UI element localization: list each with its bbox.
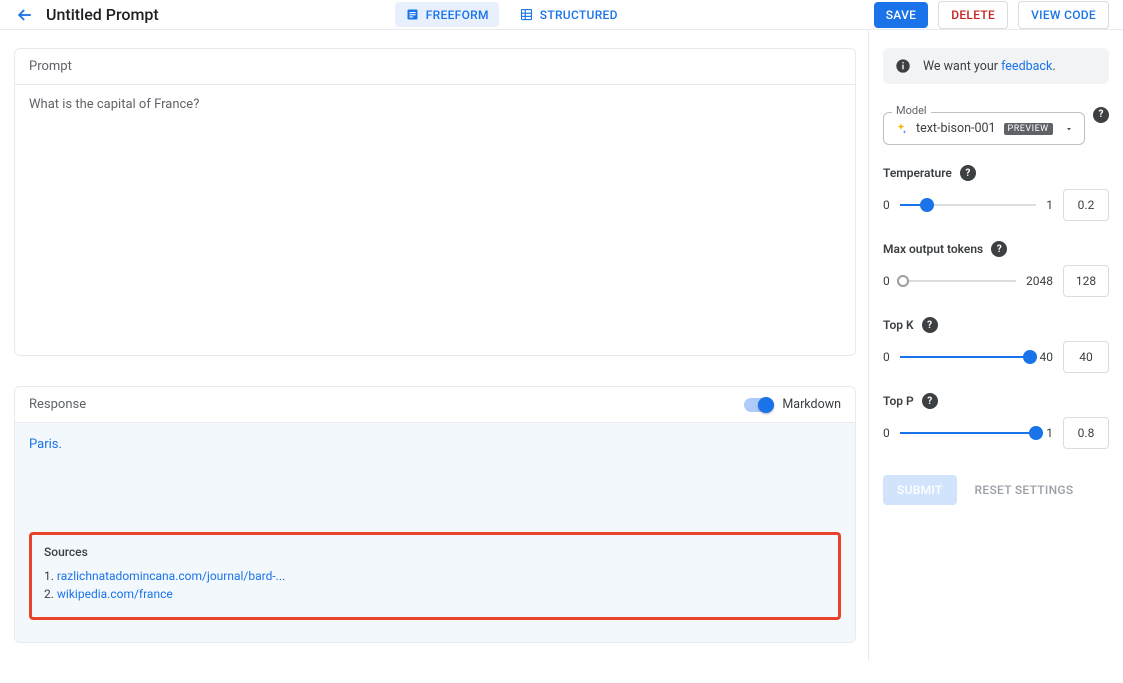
source-number: 2. bbox=[44, 587, 54, 601]
chevron-down-icon bbox=[1064, 124, 1074, 134]
response-body: Paris. Sources 1. razlichnatadomincana.c… bbox=[15, 423, 855, 642]
source-link[interactable]: wikipedia.com/france bbox=[57, 587, 173, 601]
toggle-switch-icon[interactable] bbox=[744, 398, 774, 412]
prompt-card: Prompt What is the capital of France? bbox=[14, 48, 856, 356]
top-k-slider[interactable] bbox=[900, 356, 1030, 358]
info-icon bbox=[895, 58, 911, 74]
tab-freeform[interactable]: FREEFORM bbox=[395, 2, 499, 27]
sources-heading: Sources bbox=[44, 545, 826, 559]
sources-highlight-box: Sources 1. razlichnatadomincana.com/jour… bbox=[29, 532, 841, 620]
reset-settings-button[interactable]: RESET SETTINGS bbox=[971, 475, 1078, 505]
source-item: 1. razlichnatadomincana.com/journal/bard… bbox=[44, 567, 826, 585]
mode-tabs: FREEFORM STRUCTURED bbox=[395, 2, 638, 27]
top-p-slider[interactable] bbox=[900, 432, 1037, 434]
response-card: Response Markdown Paris. Sources 1. razl… bbox=[14, 386, 856, 643]
top-k-value[interactable]: 40 bbox=[1063, 341, 1109, 373]
source-number: 1. bbox=[44, 569, 54, 583]
save-button[interactable]: SAVE bbox=[874, 2, 928, 28]
temperature-slider[interactable] bbox=[900, 204, 1037, 206]
temperature-max: 1 bbox=[1046, 198, 1053, 212]
submit-button[interactable]: SUBMIT bbox=[883, 475, 957, 505]
source-item: 2. wikipedia.com/france bbox=[44, 585, 826, 603]
top-k-min: 0 bbox=[883, 350, 890, 364]
view-code-button[interactable]: VIEW CODE bbox=[1018, 1, 1109, 29]
top-k-label: Top K bbox=[883, 318, 914, 332]
param-top-p: Top P ? 0 1 0.8 bbox=[883, 393, 1109, 449]
delete-button[interactable]: DELETE bbox=[938, 1, 1008, 29]
model-name: text-bison-001 bbox=[916, 121, 996, 136]
settings-sidebar: We want your feedback. Model text-bison-… bbox=[868, 30, 1123, 661]
model-dropdown[interactable]: Model text-bison-001 PREVIEW bbox=[883, 112, 1085, 145]
source-link[interactable]: razlichnatadomincana.com/journal/bard-..… bbox=[57, 569, 285, 583]
freeform-icon bbox=[405, 7, 420, 22]
param-top-k: Top K ? 0 40 40 bbox=[883, 317, 1109, 373]
markdown-label: Markdown bbox=[782, 397, 841, 412]
max-tokens-value[interactable]: 128 bbox=[1063, 265, 1109, 297]
top-k-max: 40 bbox=[1040, 350, 1054, 364]
tab-freeform-label: FREEFORM bbox=[426, 8, 489, 22]
model-help-icon[interactable]: ? bbox=[1093, 107, 1109, 123]
feedback-text: We want your bbox=[923, 59, 1001, 74]
temperature-label: Temperature bbox=[883, 166, 952, 180]
preview-badge: PREVIEW bbox=[1004, 123, 1053, 135]
model-legend: Model bbox=[892, 104, 931, 117]
tab-structured-label: STRUCTURED bbox=[540, 8, 618, 22]
back-arrow-icon[interactable] bbox=[14, 4, 36, 26]
feedback-link[interactable]: feedback bbox=[1001, 59, 1052, 74]
top-p-help-icon[interactable]: ? bbox=[922, 393, 938, 409]
page-title: Untitled Prompt bbox=[46, 5, 159, 24]
response-text: Paris. bbox=[29, 437, 841, 452]
max-tokens-min: 0 bbox=[883, 274, 890, 288]
header-actions: SAVE DELETE VIEW CODE bbox=[874, 1, 1109, 29]
max-tokens-slider[interactable] bbox=[900, 280, 1016, 282]
temperature-value[interactable]: 0.2 bbox=[1063, 189, 1109, 221]
sidebar-actions: SUBMIT RESET SETTINGS bbox=[883, 475, 1109, 505]
response-heading: Response bbox=[29, 397, 86, 412]
param-temperature: Temperature ? 0 1 0.2 bbox=[883, 165, 1109, 221]
feedback-suffix: . bbox=[1052, 59, 1055, 74]
param-max-tokens: Max output tokens ? 0 2048 128 bbox=[883, 241, 1109, 297]
top-p-label: Top P bbox=[883, 394, 914, 408]
top-k-help-icon[interactable]: ? bbox=[922, 317, 938, 333]
temperature-min: 0 bbox=[883, 198, 890, 212]
max-tokens-label: Max output tokens bbox=[883, 242, 983, 256]
structured-icon bbox=[519, 7, 534, 22]
prompt-input[interactable]: What is the capital of France? bbox=[15, 85, 855, 355]
max-tokens-max: 2048 bbox=[1026, 274, 1053, 288]
sparkle-icon bbox=[894, 122, 908, 136]
feedback-banner: We want your feedback. bbox=[883, 48, 1109, 84]
top-bar: Untitled Prompt FREEFORM STRUCTURED SAVE… bbox=[0, 0, 1123, 30]
markdown-toggle[interactable]: Markdown bbox=[744, 397, 841, 412]
prompt-heading: Prompt bbox=[29, 59, 72, 74]
max-tokens-help-icon[interactable]: ? bbox=[991, 241, 1007, 257]
top-p-min: 0 bbox=[883, 426, 890, 440]
top-p-max: 1 bbox=[1046, 426, 1053, 440]
temperature-help-icon[interactable]: ? bbox=[960, 165, 976, 181]
tab-structured[interactable]: STRUCTURED bbox=[509, 2, 628, 27]
top-p-value[interactable]: 0.8 bbox=[1063, 417, 1109, 449]
main-panel: Prompt What is the capital of France? Re… bbox=[0, 30, 868, 661]
